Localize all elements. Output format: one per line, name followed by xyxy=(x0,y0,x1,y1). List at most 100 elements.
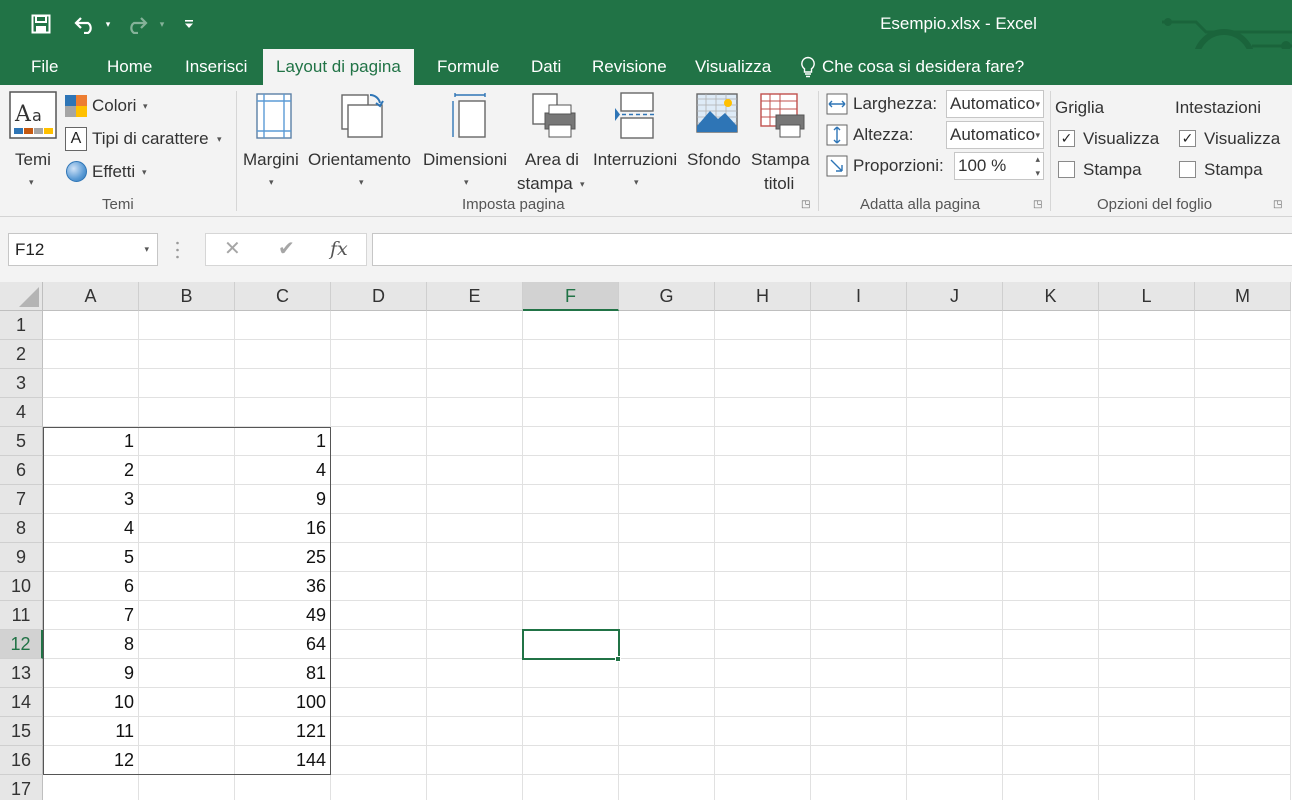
cell-a14[interactable]: 10 xyxy=(43,688,139,717)
cell-d2[interactable] xyxy=(331,340,427,369)
cell-l6[interactable] xyxy=(1099,456,1195,485)
cell-a7[interactable]: 3 xyxy=(43,485,139,514)
cell-l10[interactable] xyxy=(1099,572,1195,601)
cell-a9[interactable]: 5 xyxy=(43,543,139,572)
cell-g10[interactable] xyxy=(619,572,715,601)
cell-j7[interactable] xyxy=(907,485,1003,514)
cell-h16[interactable] xyxy=(715,746,811,775)
cell-d16[interactable] xyxy=(331,746,427,775)
cell-j15[interactable] xyxy=(907,717,1003,746)
cell-l3[interactable] xyxy=(1099,369,1195,398)
cell-m4[interactable] xyxy=(1195,398,1291,427)
tab-layout-di-pagina[interactable]: Layout di pagina xyxy=(263,49,414,85)
cell-c11[interactable]: 49 xyxy=(235,601,331,630)
cell-c14[interactable]: 100 xyxy=(235,688,331,717)
cell-l14[interactable] xyxy=(1099,688,1195,717)
cell-b6[interactable] xyxy=(139,456,235,485)
cell-a2[interactable] xyxy=(43,340,139,369)
cell-i11[interactable] xyxy=(811,601,907,630)
cell-k1[interactable] xyxy=(1003,311,1099,340)
cell-l8[interactable] xyxy=(1099,514,1195,543)
cell-c1[interactable] xyxy=(235,311,331,340)
cell-j12[interactable] xyxy=(907,630,1003,659)
cell-e4[interactable] xyxy=(427,398,523,427)
cell-g1[interactable] xyxy=(619,311,715,340)
cell-e7[interactable] xyxy=(427,485,523,514)
tab-formule[interactable]: Formule xyxy=(437,49,499,85)
row-header-9[interactable]: 9 xyxy=(0,543,43,572)
cell-d13[interactable] xyxy=(331,659,427,688)
cell-c12[interactable]: 64 xyxy=(235,630,331,659)
row-header-2[interactable]: 2 xyxy=(0,340,43,369)
cell-k9[interactable] xyxy=(1003,543,1099,572)
cell-k11[interactable] xyxy=(1003,601,1099,630)
cell-e12[interactable] xyxy=(427,630,523,659)
cell-h14[interactable] xyxy=(715,688,811,717)
cell-f8[interactable] xyxy=(523,514,619,543)
cell-b17[interactable] xyxy=(139,775,235,800)
cell-i9[interactable] xyxy=(811,543,907,572)
cell-i7[interactable] xyxy=(811,485,907,514)
cell-h9[interactable] xyxy=(715,543,811,572)
cell-h17[interactable] xyxy=(715,775,811,800)
name-box[interactable]: F12 ▾ xyxy=(8,233,158,266)
cell-d8[interactable] xyxy=(331,514,427,543)
cell-d14[interactable] xyxy=(331,688,427,717)
cell-j11[interactable] xyxy=(907,601,1003,630)
row-header-17[interactable]: 17 xyxy=(0,775,43,800)
cell-l17[interactable] xyxy=(1099,775,1195,800)
cell-c3[interactable] xyxy=(235,369,331,398)
cell-k12[interactable] xyxy=(1003,630,1099,659)
cell-l5[interactable] xyxy=(1099,427,1195,456)
row-header-3[interactable]: 3 xyxy=(0,369,43,398)
cell-b1[interactable] xyxy=(139,311,235,340)
fill-handle[interactable] xyxy=(615,656,621,662)
cell-c16[interactable]: 144 xyxy=(235,746,331,775)
column-header-i[interactable]: I xyxy=(811,282,907,311)
cell-i2[interactable] xyxy=(811,340,907,369)
cell-g4[interactable] xyxy=(619,398,715,427)
cell-e15[interactable] xyxy=(427,717,523,746)
cell-l7[interactable] xyxy=(1099,485,1195,514)
cell-c7[interactable]: 9 xyxy=(235,485,331,514)
cell-f14[interactable] xyxy=(523,688,619,717)
cell-a16[interactable]: 12 xyxy=(43,746,139,775)
cell-k6[interactable] xyxy=(1003,456,1099,485)
cell-f11[interactable] xyxy=(523,601,619,630)
row-header-1[interactable]: 1 xyxy=(0,311,43,340)
select-all-corner[interactable] xyxy=(0,282,43,311)
cell-g15[interactable] xyxy=(619,717,715,746)
tab-dati[interactable]: Dati xyxy=(531,49,561,85)
cell-k14[interactable] xyxy=(1003,688,1099,717)
cell-g12[interactable] xyxy=(619,630,715,659)
cell-i13[interactable] xyxy=(811,659,907,688)
row-header-14[interactable]: 14 xyxy=(0,688,43,717)
cell-e17[interactable] xyxy=(427,775,523,800)
cell-c10[interactable]: 36 xyxy=(235,572,331,601)
splitter-dots-icon[interactable] xyxy=(176,241,179,259)
tab-file[interactable]: File xyxy=(31,49,58,85)
cell-d4[interactable] xyxy=(331,398,427,427)
orientamento-button[interactable]: Orientamento ▾ xyxy=(308,91,418,191)
tipi-carattere-button[interactable]: A Tipi di carattere ▾ xyxy=(65,127,230,151)
cell-i6[interactable] xyxy=(811,456,907,485)
cell-f7[interactable] xyxy=(523,485,619,514)
cell-e14[interactable] xyxy=(427,688,523,717)
cell-g7[interactable] xyxy=(619,485,715,514)
cell-j16[interactable] xyxy=(907,746,1003,775)
tab-inserisci[interactable]: Inserisci xyxy=(185,49,247,85)
cell-a12[interactable]: 8 xyxy=(43,630,139,659)
proporzioni-spinner[interactable]: 100 % ▴ ▾ xyxy=(954,152,1044,180)
cell-e6[interactable] xyxy=(427,456,523,485)
cell-e13[interactable] xyxy=(427,659,523,688)
cell-b4[interactable] xyxy=(139,398,235,427)
cell-d10[interactable] xyxy=(331,572,427,601)
cell-c17[interactable] xyxy=(235,775,331,800)
cell-i15[interactable] xyxy=(811,717,907,746)
cell-g9[interactable] xyxy=(619,543,715,572)
cell-k10[interactable] xyxy=(1003,572,1099,601)
cell-k17[interactable] xyxy=(1003,775,1099,800)
cell-g16[interactable] xyxy=(619,746,715,775)
cell-j13[interactable] xyxy=(907,659,1003,688)
cell-d9[interactable] xyxy=(331,543,427,572)
